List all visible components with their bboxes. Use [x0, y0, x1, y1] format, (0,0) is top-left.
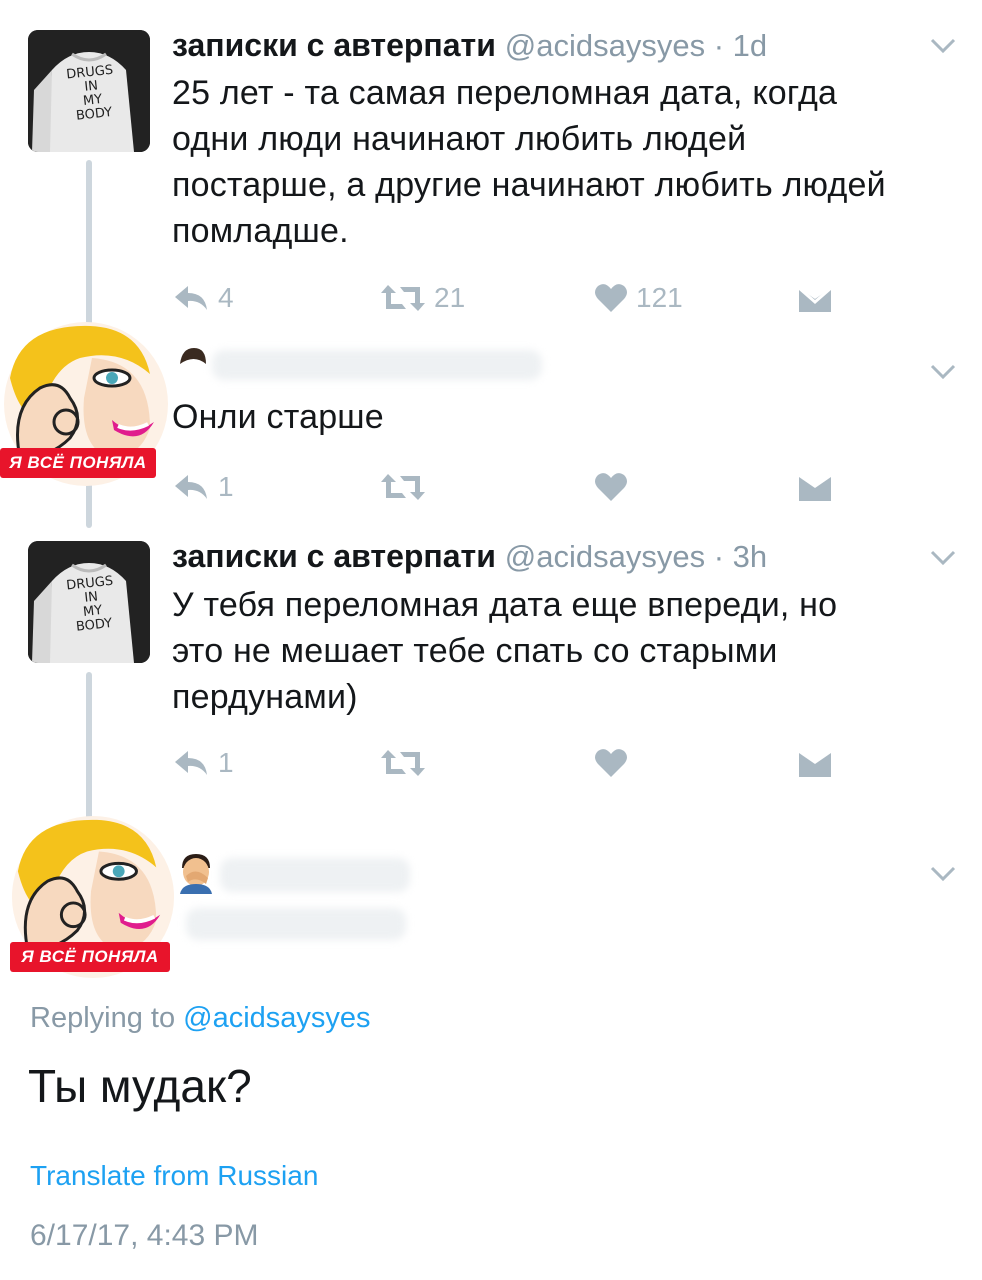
reply-count: 1 — [218, 471, 234, 502]
tweet-text: 25 лет - та самая переломная дата, когда… — [172, 70, 962, 254]
like-button[interactable] — [594, 470, 628, 504]
avatar-badge: Я ВСЁ ПОНЯЛА — [10, 942, 170, 972]
focused-tweet-text: Ты мудак? — [28, 1060, 252, 1112]
like-button[interactable] — [594, 746, 628, 780]
obscured-author — [212, 350, 542, 380]
retweet-button[interactable] — [380, 470, 426, 504]
avatar[interactable]: Я ВСЁ ПОНЯЛА — [0, 318, 172, 490]
reply-count: 4 — [218, 282, 234, 313]
retweet-count: 21 — [434, 282, 466, 313]
tweet-text: Онли старше — [172, 398, 384, 436]
replying-handle-link[interactable]: @acidsaysyes — [183, 1002, 370, 1034]
separator: · — [705, 28, 733, 63]
tweet-timestamp: 6/17/17, 4:43 PM — [30, 1219, 259, 1252]
avatar[interactable]: DRUGS IN MY BODY — [28, 30, 150, 152]
author-handle[interactable]: @acidsaysyes — [505, 539, 705, 574]
obscured-handle — [186, 908, 406, 940]
reply-icon — [175, 751, 207, 775]
retweet-button[interactable]: 21 — [380, 281, 465, 315]
thread-line — [86, 672, 92, 824]
chevron-down-icon[interactable] — [930, 866, 956, 882]
avatar[interactable]: DRUGS IN MY BODY — [28, 541, 150, 663]
tweet-text-line: помладше. — [172, 212, 349, 250]
replying-prefix: Replying to — [30, 1002, 184, 1034]
tweet-time: 3h — [732, 539, 768, 574]
facepalm-emoji-icon — [176, 852, 216, 894]
tweet-text-line: 25 лет - та самая переломная дата, когда — [172, 74, 838, 112]
retweet-icon — [381, 750, 425, 776]
reply-button[interactable]: 4 — [172, 281, 234, 315]
direct-message-button[interactable] — [797, 748, 833, 782]
avatar-badge: Я ВСЁ ПОНЯЛА — [0, 448, 156, 478]
author-handle[interactable]: @acidsaysyes — [505, 28, 705, 63]
direct-message-button[interactable] — [797, 283, 833, 317]
thread-line — [86, 160, 92, 328]
reply-icon — [175, 475, 207, 499]
tweet-time: 1d — [732, 28, 768, 63]
chevron-down-icon[interactable] — [930, 38, 956, 54]
envelope-icon — [799, 477, 831, 501]
envelope-icon — [798, 286, 832, 312]
tweet-text: У тебя переломная дата еще впереди, но э… — [172, 582, 962, 720]
reply-button[interactable]: 1 — [172, 746, 234, 780]
chevron-down-icon[interactable] — [930, 364, 956, 380]
direct-message-button[interactable] — [797, 472, 833, 506]
retweet-icon — [381, 474, 425, 500]
tweet-author[interactable]: записки с автерпати @acidsaysyes · 3h — [172, 538, 767, 575]
like-count: 121 — [636, 282, 683, 313]
heart-icon — [595, 284, 627, 312]
tweet-text-line: это не мешает тебе спать со старыми — [172, 632, 778, 670]
author-name[interactable]: записки с автерпати — [172, 538, 496, 574]
author-name[interactable]: записки с автерпати — [172, 27, 496, 63]
chevron-down-icon[interactable] — [930, 550, 956, 566]
tweet-text-line: пердунами) — [172, 678, 358, 716]
translate-link[interactable]: Translate from Russian — [30, 1160, 318, 1192]
envelope-icon — [799, 753, 831, 777]
heart-icon — [595, 473, 627, 501]
replying-to: Replying to @acidsaysyes — [30, 1002, 371, 1035]
tweet-author[interactable]: записки с автерпати @acidsaysyes · 1d — [172, 27, 767, 64]
reply-icon — [175, 286, 207, 310]
retweet-icon — [381, 285, 425, 311]
tweet-text-line: постарше, а другие начинают любить людей — [172, 166, 886, 204]
tweet-text-line: У тебя переломная дата еще впереди, но — [172, 586, 838, 624]
like-button[interactable]: 121 — [594, 281, 683, 315]
reply-count: 1 — [218, 747, 234, 778]
avatar[interactable]: Я ВСЁ ПОНЯЛА — [8, 812, 178, 982]
obscured-author — [220, 858, 410, 892]
heart-icon — [595, 749, 627, 777]
retweet-button[interactable] — [380, 746, 426, 780]
tweet-text-line: одни люди начинают любить людей — [172, 120, 747, 158]
profile-emoji-icon — [178, 346, 208, 366]
separator: · — [705, 539, 733, 574]
reply-button[interactable]: 1 — [172, 470, 234, 504]
